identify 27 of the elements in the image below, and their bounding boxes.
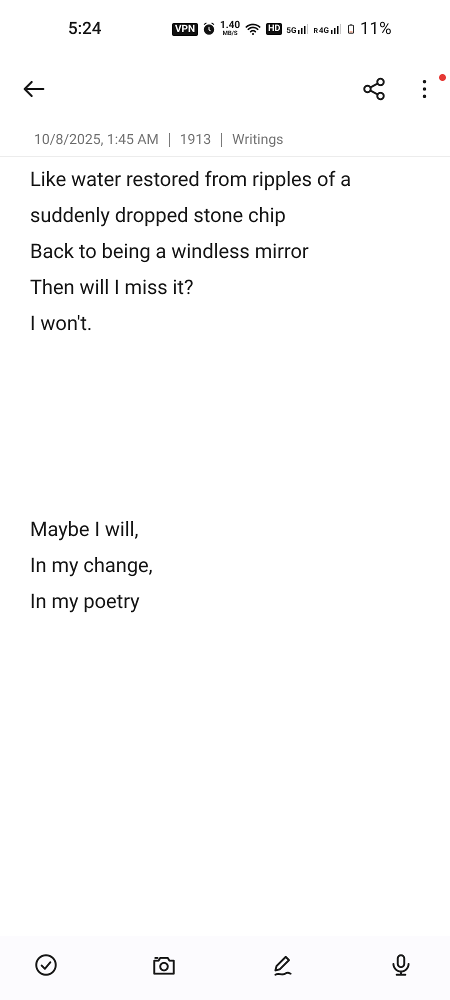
note-line: In my change, <box>30 552 154 579</box>
note-line: In my poetry <box>30 588 141 615</box>
note-line: Maybe I will, <box>30 516 140 543</box>
alarm-icon <box>202 22 216 36</box>
network-type: 5G <box>286 27 296 35</box>
signal-icon <box>330 23 342 35</box>
note-line: Then will I miss it? <box>30 274 194 301</box>
folder-name: Writings <box>232 132 284 148</box>
signal-icon <box>297 23 310 35</box>
check-circle-icon <box>33 952 59 978</box>
hd-badge: HD <box>266 23 282 35</box>
note-line: I won't. <box>30 310 94 337</box>
network-type: 4G <box>318 27 329 35</box>
share-icon <box>361 76 387 102</box>
share-button[interactable] <box>361 76 387 102</box>
note-line: Back to being a windless mirror <box>30 238 310 265</box>
note-line: suddenly dropped stone chip <box>30 202 287 229</box>
battery-percent: 11% <box>360 19 392 39</box>
wifi-icon <box>244 21 262 37</box>
more-icon <box>422 80 427 98</box>
note-date: 10/8/2025, 1:45 AM <box>34 132 159 148</box>
checklist-button[interactable] <box>33 952 59 978</box>
note-line: Like water restored from ripples of a <box>30 166 352 193</box>
status-time: 5:24 <box>68 19 102 39</box>
word-count: 1913 <box>180 132 212 148</box>
vpn-badge: VPN <box>172 22 198 36</box>
network-speed: 1.40 <box>220 21 240 31</box>
